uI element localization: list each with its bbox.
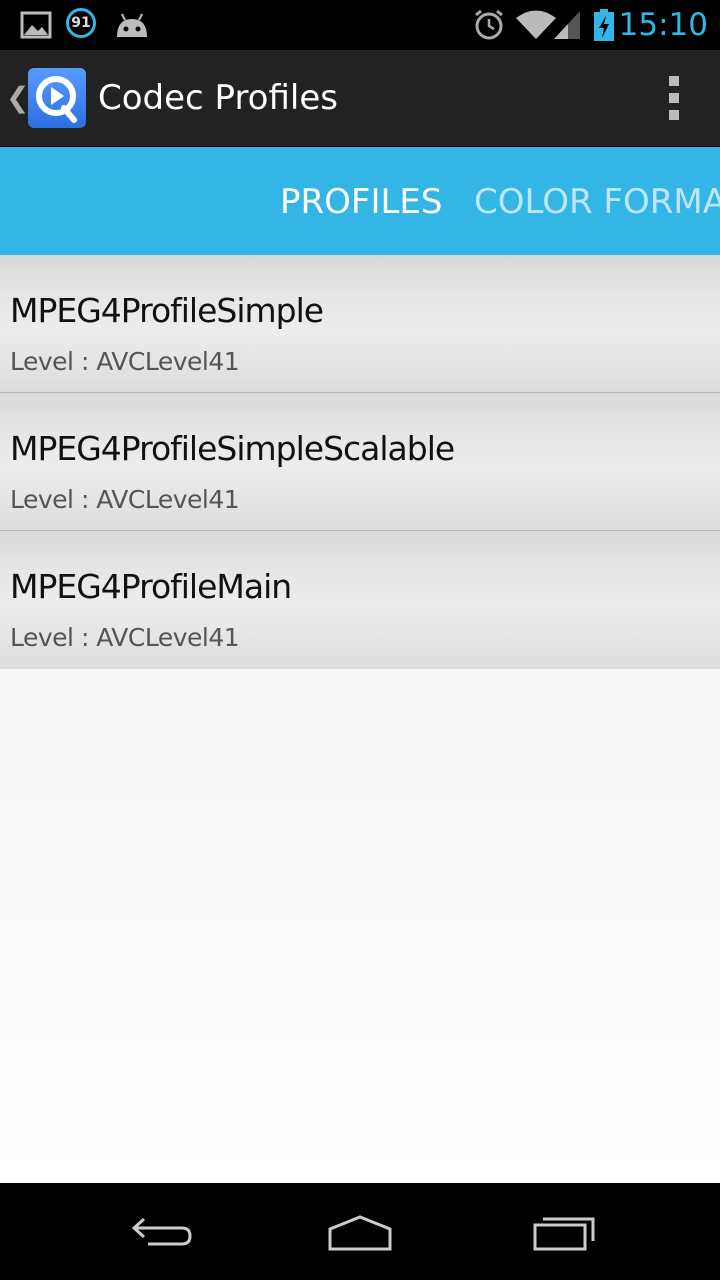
notification-count-icon: 91 <box>66 8 96 38</box>
battery-charging-icon <box>590 0 618 50</box>
profile-list: MPEG4ProfileSimple Level : AVCLevel41 MP… <box>0 255 720 1183</box>
list-item[interactable]: MPEG4ProfileSimpleScalable Level : AVCLe… <box>0 393 720 531</box>
alarm-icon <box>470 0 508 50</box>
back-button[interactable] <box>115 1201 205 1261</box>
profile-level: Level : AVCLevel41 <box>10 485 240 514</box>
profile-name: MPEG4ProfileMain <box>10 567 292 606</box>
android-icon <box>112 0 152 50</box>
status-bar: 91 15:10 <box>0 0 720 50</box>
tab-strip: PROFILES COLOR FORMATS <box>0 147 720 255</box>
status-time: 15:10 <box>618 7 708 43</box>
app-logo-icon[interactable] <box>28 68 86 128</box>
profile-level: Level : AVCLevel41 <box>10 623 240 652</box>
up-navigation-icon[interactable]: ❮ <box>6 80 29 116</box>
tab-profiles[interactable]: PROFILES <box>280 147 442 255</box>
navigation-bar <box>0 1183 720 1280</box>
home-icon <box>328 1215 392 1251</box>
profile-name: MPEG4ProfileSimpleScalable <box>10 429 455 468</box>
tab-color-formats[interactable]: COLOR FORMATS <box>474 147 720 255</box>
home-button[interactable] <box>315 1201 405 1261</box>
action-bar: ❮ Codec Profiles <box>0 50 720 147</box>
profile-level: Level : AVCLevel41 <box>10 347 240 376</box>
back-arrow-icon <box>131 1217 192 1246</box>
overflow-menu-icon[interactable] <box>664 76 684 120</box>
recent-apps-button[interactable] <box>518 1201 608 1261</box>
recent-apps-icon <box>533 1217 595 1251</box>
signal-icon <box>552 0 582 50</box>
list-item[interactable]: MPEG4ProfileMain Level : AVCLevel41 <box>0 531 720 669</box>
gallery-icon <box>18 0 54 50</box>
list-item[interactable]: MPEG4ProfileSimple Level : AVCLevel41 <box>0 255 720 393</box>
profile-name: MPEG4ProfileSimple <box>10 291 324 330</box>
page-title: Codec Profiles <box>98 78 338 118</box>
